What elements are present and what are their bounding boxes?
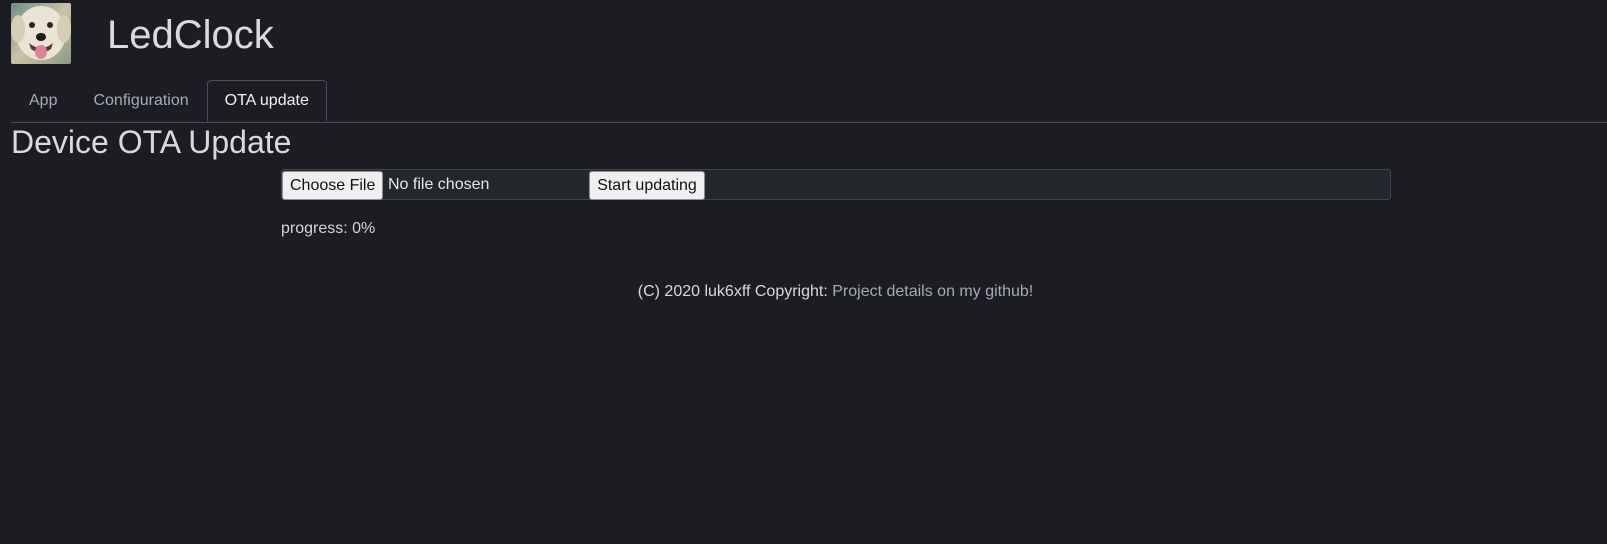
app-title: LedClock xyxy=(107,13,274,57)
footer-copyright: (C) 2020 luk6xff Copyright: xyxy=(637,283,828,300)
dog-avatar-icon xyxy=(11,3,71,64)
progress-label: progress: xyxy=(281,220,353,237)
footer: (C) 2020 luk6xff Copyright: Project deta… xyxy=(0,282,1607,302)
tab-ota-update[interactable]: OTA update xyxy=(206,80,327,122)
nav-tabs: App Configuration OTA update xyxy=(11,80,327,122)
progress-text: progress: 0% xyxy=(281,219,375,239)
ota-upload-form: Choose File No file chosen Start updatin… xyxy=(281,169,1391,200)
tab-app[interactable]: App xyxy=(11,80,75,120)
page-title: Device OTA Update xyxy=(11,124,292,160)
progress-value: 0% xyxy=(352,220,376,237)
github-link[interactable]: Project details on my github! xyxy=(832,283,1033,300)
tab-configuration[interactable]: Configuration xyxy=(75,80,206,120)
choose-file-button[interactable]: Choose File xyxy=(282,171,383,200)
file-status-text: No file chosen xyxy=(388,176,490,193)
start-updating-button[interactable]: Start updating xyxy=(589,171,705,200)
